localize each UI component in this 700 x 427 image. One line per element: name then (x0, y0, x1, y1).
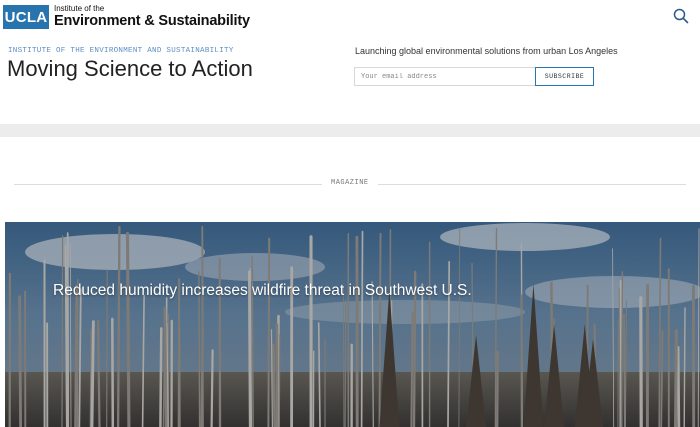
site-header: UCLA Institute of the Environment & Sust… (0, 0, 700, 32)
featured-article-image (5, 222, 700, 427)
institute-eyebrow: INSTITUTE OF THE ENVIRONMENT AND SUSTAIN… (8, 47, 234, 55)
search-icon (673, 8, 689, 24)
ucla-logo-mark: UCLA (3, 5, 49, 29)
page-title: Moving Science to Action (7, 56, 253, 81)
featured-article-card[interactable]: Reduced humidity increases wildfire thre… (5, 222, 700, 427)
subscribe-button[interactable]: SUBSCRIBE (535, 67, 594, 86)
featured-article-headline[interactable]: Reduced humidity increases wildfire thre… (53, 282, 472, 300)
logo-line-1: Institute of the (54, 4, 105, 14)
logo-wordmark: Institute of the Environment & Sustainab… (54, 5, 250, 29)
section-label-magazine: MAGAZINE (322, 179, 378, 187)
search-button[interactable] (672, 7, 690, 25)
logo-line-2: Environment & Sustainability (54, 13, 250, 30)
email-field[interactable] (354, 67, 536, 86)
gray-divider-band (0, 124, 700, 137)
newsletter-tagline: Launching global environmental solutions… (355, 46, 618, 56)
site-logo[interactable]: UCLA Institute of the Environment & Sust… (3, 5, 250, 29)
